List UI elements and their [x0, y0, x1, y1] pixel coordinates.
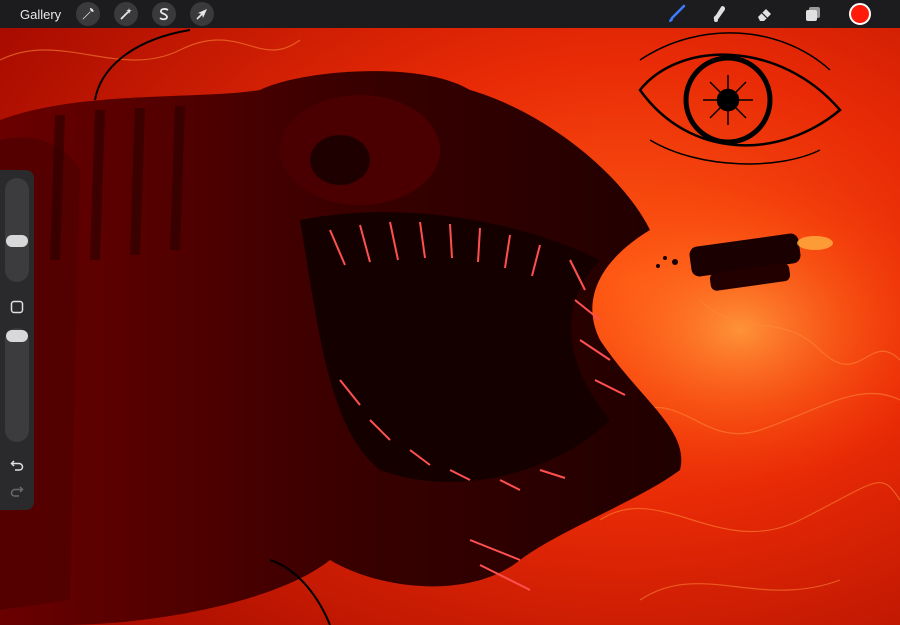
redo-icon: [10, 486, 24, 497]
brush-button[interactable]: [664, 2, 690, 26]
selection-button[interactable]: [152, 2, 176, 26]
arrow-cursor-icon: [196, 9, 207, 20]
left-sidebar: [0, 170, 34, 510]
wrench-icon: [82, 8, 94, 20]
layers-button[interactable]: [800, 2, 826, 26]
brush-size-thumb[interactable]: [6, 234, 28, 247]
selection-s-icon: [159, 8, 169, 21]
brush-icon: [669, 4, 686, 22]
top-toolbar: Gallery: [0, 0, 900, 28]
smudge-icon: [713, 6, 726, 22]
layers-icon: [806, 7, 820, 21]
undo-icon: [10, 460, 24, 471]
eraser-button[interactable]: [752, 2, 778, 26]
gallery-button[interactable]: Gallery: [20, 2, 61, 26]
adjustments-button[interactable]: [114, 2, 138, 26]
undo-button[interactable]: [5, 454, 29, 476]
color-picker-button[interactable]: [849, 3, 871, 25]
eraser-icon: [758, 9, 771, 21]
opacity-thumb[interactable]: [6, 330, 28, 342]
smudge-button[interactable]: [707, 2, 733, 26]
drawing-canvas[interactable]: [0, 0, 900, 625]
opacity-slider[interactable]: [5, 328, 29, 442]
square-icon: [10, 300, 24, 314]
modify-button[interactable]: [5, 296, 29, 318]
actions-button[interactable]: [76, 2, 100, 26]
transform-button[interactable]: [190, 2, 214, 26]
magic-wand-icon: [120, 8, 132, 20]
brush-size-slider[interactable]: [5, 178, 29, 282]
redo-button[interactable]: [5, 480, 29, 502]
